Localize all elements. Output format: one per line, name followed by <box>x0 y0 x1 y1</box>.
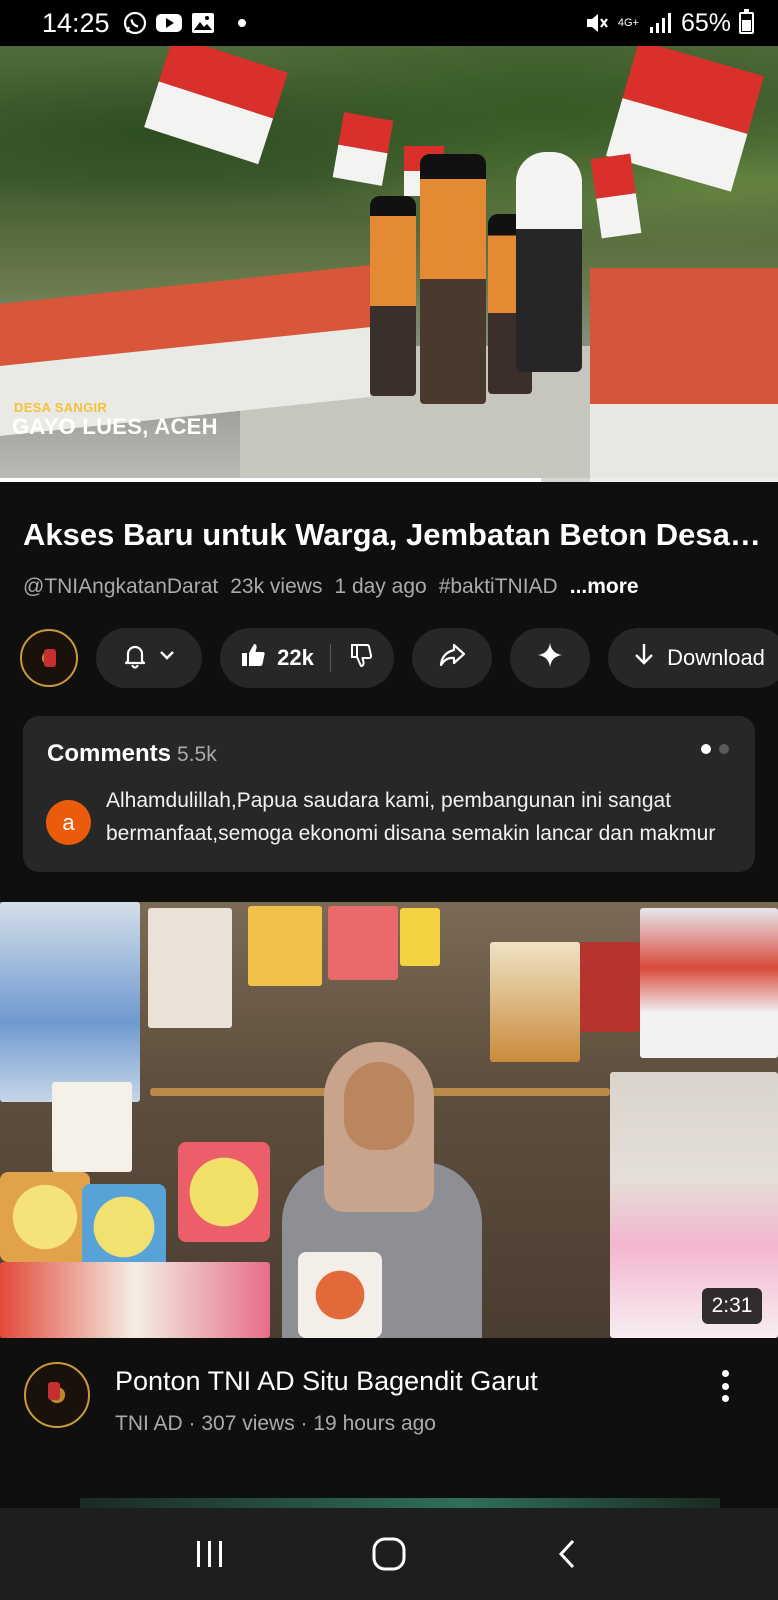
more-options-icon[interactable] <box>710 1366 740 1406</box>
comment-line-1: Alhamdulillah,Papua saudara kami, pemban… <box>106 789 672 812</box>
coffee-pack <box>490 942 580 1062</box>
signal-icon <box>647 11 673 35</box>
like-dislike-button[interactable]: 22k <box>220 628 394 688</box>
status-time: 14:25 <box>42 7 110 38</box>
player-rail-right-white <box>590 404 778 482</box>
like-count: 22k <box>277 645 314 670</box>
counter-items <box>0 1262 270 1338</box>
face <box>344 1062 414 1150</box>
calendar <box>148 908 232 1028</box>
comments-header: Comments 5.5k <box>47 740 217 768</box>
home-icon[interactable] <box>359 1524 419 1584</box>
gallery-icon <box>190 11 216 35</box>
location-subtitle: DESA SANGIR <box>14 400 108 415</box>
nutrisari-pack <box>248 906 322 986</box>
noodle-cup <box>52 1082 132 1172</box>
next-video-thumbnail[interactable]: 2:31 <box>0 902 778 1338</box>
comments-count: 5.5k <box>177 743 217 766</box>
like-icon[interactable] <box>239 641 267 675</box>
more-link[interactable]: ...more <box>570 575 639 599</box>
comments-label: Comments <box>47 740 172 767</box>
carousel-indicator <box>701 744 729 754</box>
video-player[interactable]: DESA SANGIR GAYO LUES, ACEH <box>0 46 778 482</box>
detergent-packs <box>640 908 778 1058</box>
sparkle-icon <box>536 641 564 675</box>
subscribe-notification-button[interactable] <box>96 628 202 688</box>
video-meta[interactable]: @TNIAngkatanDarat 23k views 1 day ago #b… <box>23 575 639 599</box>
battery-icon <box>739 9 754 34</box>
teacher-figure <box>516 152 582 372</box>
pop-mie-cup <box>0 1172 90 1262</box>
progress-bar[interactable] <box>0 478 778 482</box>
system-navigation-bar <box>0 1508 778 1600</box>
ask-ai-button[interactable] <box>510 628 590 688</box>
download-button[interactable]: Download <box>608 628 778 688</box>
coffee-pack <box>580 942 640 1032</box>
child-figure <box>420 154 486 404</box>
nutrisari-pack <box>328 906 398 980</box>
next-video-meta: TNI AD · 307 views · 19 hours ago <box>115 1412 436 1435</box>
snack-packs <box>0 902 140 1102</box>
channel-handle[interactable]: @TNIAngkatanDarat <box>23 575 218 599</box>
download-icon <box>631 641 657 675</box>
next-thumbnail-peek <box>80 1498 720 1508</box>
bell-icon <box>121 641 149 675</box>
noodle-cup-held <box>298 1252 382 1338</box>
dot-icon <box>237 19 246 27</box>
recent-apps-icon[interactable] <box>180 1524 240 1584</box>
channel-avatar[interactable] <box>24 1362 90 1428</box>
view-count: 23k views <box>230 575 323 598</box>
next-video-title[interactable]: Ponton TNI AD Situ Bagendit Garut <box>115 1366 538 1397</box>
indicator-dot-active <box>701 744 711 754</box>
status-bar: 14:25 4G+ 65% <box>0 0 778 46</box>
divider <box>329 644 331 672</box>
download-label: Download <box>667 645 765 670</box>
sachet <box>400 908 440 966</box>
avatar <box>24 1362 90 1428</box>
battery-percent: 65% <box>680 8 731 37</box>
video-title[interactable]: Akses Baru untuk Warga, Jembatan Beton D… <box>23 517 763 553</box>
progress-fill <box>0 478 541 482</box>
upload-age: 1 day ago <box>334 575 427 598</box>
channel-avatar[interactable] <box>20 629 78 687</box>
indicator-dot <box>719 744 729 754</box>
chevron-down-icon <box>157 645 177 671</box>
player-rail-right <box>590 268 778 418</box>
mute-icon <box>584 11 610 35</box>
pop-mie-cup <box>82 1184 166 1270</box>
hashtag-link[interactable]: #baktiTNIAD <box>439 575 558 599</box>
comments-card[interactable]: Comments 5.5k a Alhamdulillah,Papua sauda… <box>23 716 755 872</box>
network-type: 4G+ <box>617 16 639 29</box>
comment-line-2: bermanfaat,semoga ekonomi disana semakin… <box>106 822 716 845</box>
action-row: 22k Download <box>20 628 778 688</box>
share-icon <box>437 641 467 675</box>
share-button[interactable] <box>412 628 492 688</box>
pop-mie-cup <box>178 1142 270 1242</box>
youtube-icon <box>155 11 182 35</box>
whatsapp-icon <box>122 11 148 35</box>
child-figure <box>370 196 416 396</box>
back-icon[interactable] <box>538 1524 598 1584</box>
dislike-icon[interactable] <box>347 641 375 675</box>
commenter-avatar: a <box>46 800 91 845</box>
video-duration: 2:31 <box>702 1288 762 1324</box>
top-comment-text: Alhamdulillah,Papua saudara kami, pemban… <box>106 784 726 850</box>
location-title: GAYO LUES, ACEH <box>12 414 218 439</box>
